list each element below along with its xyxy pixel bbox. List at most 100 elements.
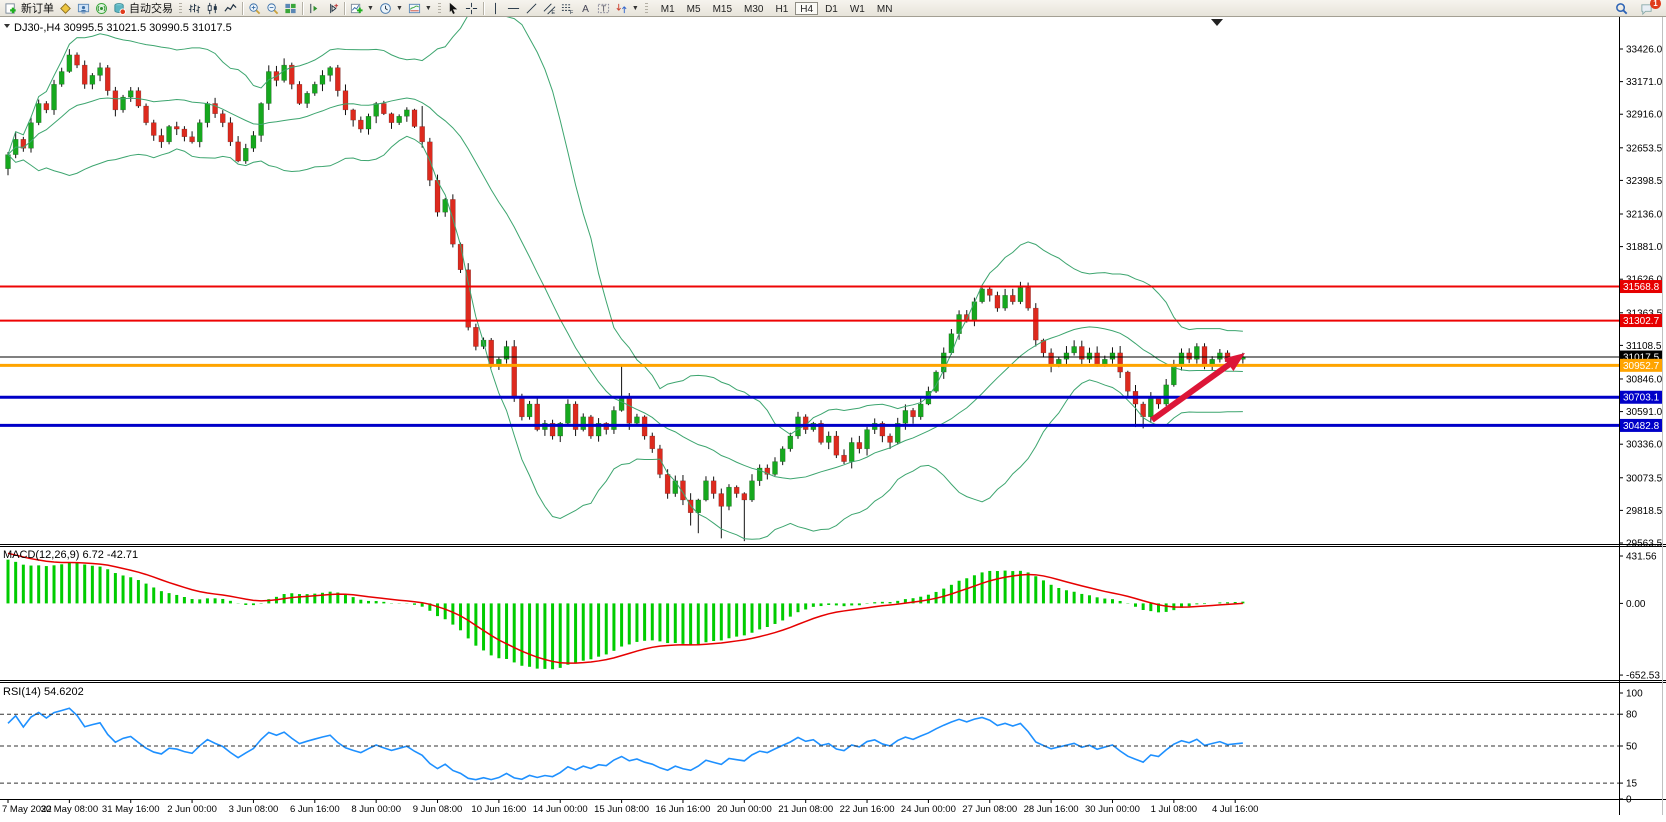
chart-shift-icon bbox=[308, 2, 321, 15]
svg-text:31881.0: 31881.0 bbox=[1626, 242, 1663, 253]
price-badge-30703.1: 30703.1 bbox=[1620, 391, 1663, 404]
text-button[interactable]: A bbox=[577, 1, 594, 16]
text-label-icon: T bbox=[597, 2, 610, 15]
macd-signal-line bbox=[8, 553, 1243, 663]
clock-icon bbox=[379, 2, 392, 15]
timeframe-H1[interactable]: H1 bbox=[770, 2, 793, 15]
arrows-button[interactable]: ▼ bbox=[613, 1, 641, 16]
bollinger-upper-line bbox=[8, 8, 1243, 434]
timeframe-M15[interactable]: M15 bbox=[708, 2, 737, 15]
chart-shift-marker[interactable] bbox=[1211, 19, 1223, 26]
metaeditor-icon bbox=[59, 2, 72, 15]
svg-text:6 Jun 16:00: 6 Jun 16:00 bbox=[290, 804, 340, 815]
auto-trading-icon bbox=[113, 2, 126, 15]
symbol-info: DJ30-,H4 30995.5 31021.5 30990.5 31017.5 bbox=[14, 22, 232, 34]
bar-chart-button[interactable] bbox=[186, 1, 203, 16]
svg-text:A: A bbox=[582, 4, 589, 15]
svg-text:4 Jul 16:00: 4 Jul 16:00 bbox=[1212, 804, 1258, 815]
line-chart-button[interactable] bbox=[222, 1, 239, 16]
chevron-down-icon: ▼ bbox=[632, 5, 639, 12]
toolbar-separator bbox=[344, 2, 345, 15]
auto-scroll-button[interactable] bbox=[324, 1, 341, 16]
auto-scroll-icon bbox=[326, 2, 339, 15]
zoom-out-icon bbox=[266, 2, 279, 15]
svg-text:32653.5: 32653.5 bbox=[1626, 143, 1663, 154]
svg-text:10 Jun 16:00: 10 Jun 16:00 bbox=[471, 804, 526, 815]
arrow-objects-icon bbox=[615, 2, 628, 15]
svg-text:30591.0: 30591.0 bbox=[1626, 407, 1663, 418]
chart-shift-button[interactable] bbox=[306, 1, 323, 16]
chart-canvas[interactable]: 33426.033171.032916.032653.532398.532136… bbox=[0, 0, 1666, 822]
svg-text:31302.7: 31302.7 bbox=[1623, 316, 1660, 327]
zoom-out-button[interactable] bbox=[264, 1, 281, 16]
timeframe-W1[interactable]: W1 bbox=[845, 2, 870, 15]
price-axis: 33426.033171.032916.032653.532398.532136… bbox=[1619, 45, 1663, 550]
macd-indicator bbox=[8, 553, 1243, 669]
chevron-down-icon: ▼ bbox=[425, 5, 432, 12]
crosshair-button[interactable] bbox=[463, 1, 480, 16]
trendline-icon bbox=[525, 2, 538, 15]
svg-text:30073.5: 30073.5 bbox=[1626, 473, 1663, 484]
price-badge-30952.7: 30952.7 bbox=[1620, 359, 1663, 372]
svg-text:30703.1: 30703.1 bbox=[1623, 393, 1660, 404]
bar-chart-icon bbox=[188, 2, 201, 15]
timeframe-M5[interactable]: M5 bbox=[682, 2, 706, 15]
new-order-icon bbox=[5, 2, 18, 15]
indicators-button[interactable]: ▼ bbox=[348, 1, 376, 16]
svg-text:31568.8: 31568.8 bbox=[1623, 282, 1660, 293]
search-button[interactable] bbox=[1613, 1, 1630, 16]
svg-text:30 May 08:00: 30 May 08:00 bbox=[41, 804, 99, 815]
timeframe-M1[interactable]: M1 bbox=[656, 2, 680, 15]
svg-text:1 Jul 08:00: 1 Jul 08:00 bbox=[1151, 804, 1197, 815]
time-axis: 7 May 202230 May 08:0031 May 16:002 Jun … bbox=[2, 800, 1258, 816]
zoom-in-button[interactable] bbox=[246, 1, 263, 16]
candlestick-chart-button[interactable] bbox=[204, 1, 221, 16]
svg-text:29818.5: 29818.5 bbox=[1626, 506, 1663, 517]
chat-button[interactable]: 1 bbox=[1638, 1, 1655, 16]
svg-text:32136.0: 32136.0 bbox=[1626, 209, 1663, 220]
text-label-button[interactable]: T bbox=[595, 1, 612, 16]
horizontal-line-button[interactable] bbox=[505, 1, 522, 16]
market-watch-icon bbox=[77, 2, 90, 15]
vertical-line-icon bbox=[489, 2, 502, 15]
toolbar-separator bbox=[242, 2, 243, 15]
svg-text:22 Jun 16:00: 22 Jun 16:00 bbox=[840, 804, 895, 815]
trendline-button[interactable] bbox=[523, 1, 540, 16]
toolbar-grip bbox=[645, 3, 648, 14]
metaeditor-button[interactable] bbox=[57, 1, 74, 16]
fibonacci-icon: F bbox=[561, 2, 574, 15]
crosshair-icon bbox=[465, 2, 478, 15]
timeframe-D1[interactable]: D1 bbox=[820, 2, 843, 15]
cursor-button[interactable] bbox=[445, 1, 462, 16]
new-order-button[interactable]: 新订单 bbox=[3, 1, 56, 16]
market-watch-button[interactable] bbox=[75, 1, 92, 16]
signals-button[interactable] bbox=[93, 1, 110, 16]
candlestick-chart-icon bbox=[206, 2, 219, 15]
svg-text:30 Jun 00:00: 30 Jun 00:00 bbox=[1085, 804, 1140, 815]
tile-windows-button[interactable] bbox=[282, 1, 299, 16]
svg-text:29563.5: 29563.5 bbox=[1626, 539, 1663, 550]
chat-badge: 1 bbox=[1650, 0, 1661, 9]
toolbar-separator bbox=[483, 2, 484, 15]
timeframe-H4[interactable]: H4 bbox=[795, 2, 818, 15]
channel-button[interactable]: E bbox=[541, 1, 558, 16]
svg-text:T: T bbox=[601, 3, 606, 13]
mt4-window: 新订单 自动交易 bbox=[0, 0, 1666, 822]
toolbar-grip bbox=[179, 3, 182, 14]
timeframe-M30[interactable]: M30 bbox=[739, 2, 768, 15]
symbol-dropdown-icon[interactable] bbox=[4, 24, 10, 28]
line-chart-icon bbox=[224, 2, 237, 15]
auto-trading-button[interactable]: 自动交易 bbox=[111, 1, 175, 16]
timeframe-MN[interactable]: MN bbox=[872, 2, 898, 15]
bollinger-lower-line bbox=[8, 136, 1243, 539]
svg-text:3 Jun 08:00: 3 Jun 08:00 bbox=[229, 804, 279, 815]
svg-text:33171.0: 33171.0 bbox=[1626, 77, 1663, 88]
vertical-line-button[interactable] bbox=[487, 1, 504, 16]
svg-text:32398.5: 32398.5 bbox=[1626, 176, 1663, 187]
panel-separators bbox=[0, 545, 1666, 800]
fibonacci-button[interactable]: F bbox=[559, 1, 576, 16]
svg-text:0.00: 0.00 bbox=[1626, 599, 1646, 610]
periods-button[interactable]: ▼ bbox=[377, 1, 405, 16]
templates-button[interactable]: ▼ bbox=[406, 1, 434, 16]
indicator-axes: 431.560.00-652.531008050150 bbox=[1619, 552, 1660, 806]
